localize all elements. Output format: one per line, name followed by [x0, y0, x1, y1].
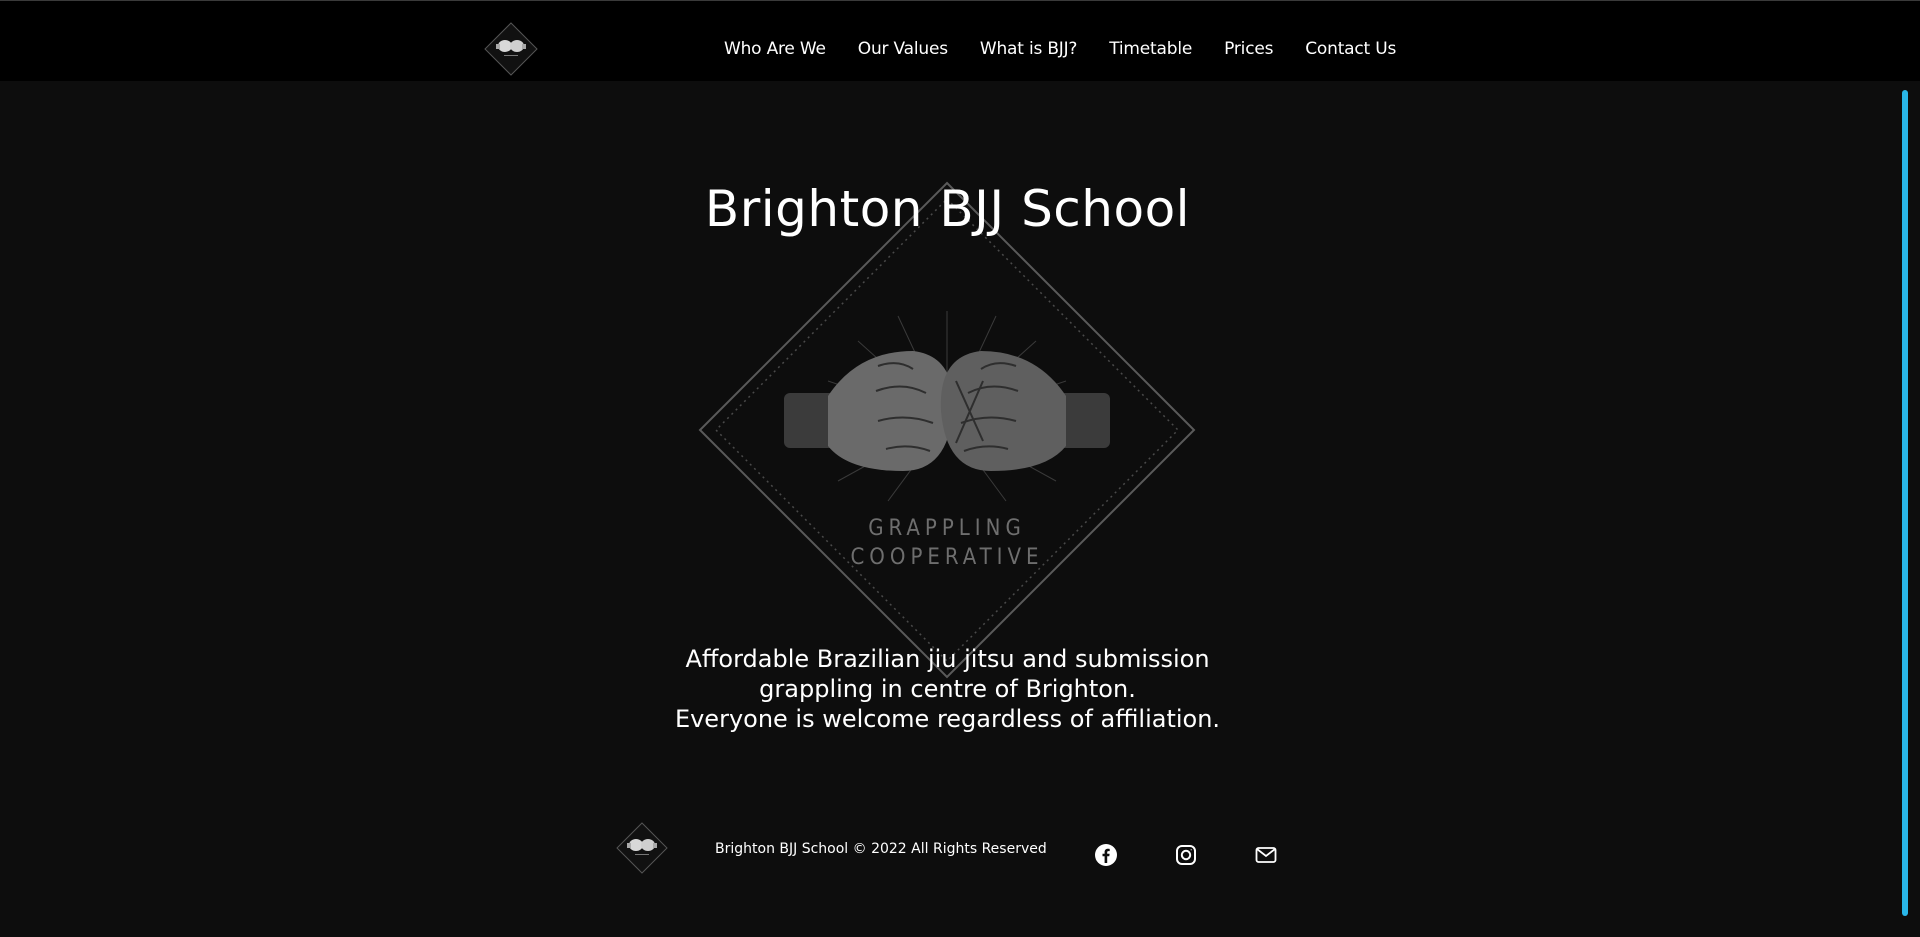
tagline: Affordable Brazilian jiu jitsu and submi… [0, 644, 1895, 734]
facebook-icon[interactable] [1093, 842, 1119, 868]
nav-link-contact-us[interactable]: Contact Us [1305, 39, 1396, 59]
instagram-icon[interactable] [1173, 842, 1199, 868]
nav-link-what-is-bjj[interactable]: What is BJJ? [980, 39, 1078, 59]
mail-icon[interactable] [1253, 842, 1279, 868]
grappling-cooperative-emblem: GRAPPLING COOPERATIVE [698, 181, 1196, 679]
tagline-line-1: Affordable Brazilian jiu jitsu and submi… [685, 645, 1210, 673]
tagline-line-3: Everyone is welcome regardless of affili… [674, 705, 1221, 733]
footer-logo-icon[interactable] [616, 822, 668, 874]
nav-link-our-values[interactable]: Our Values [858, 39, 948, 59]
scrollbar[interactable] [1902, 90, 1908, 916]
nav-link-prices[interactable]: Prices [1224, 39, 1273, 59]
copyright-text: Brighton BJJ School © 2022 All Rights Re… [715, 841, 1047, 857]
nav-menu: Who Are We Our Values What is BJJ? Timet… [724, 29, 1396, 69]
emblem-text-cooperative: COOPERATIVE [850, 545, 1043, 570]
tagline-line-2: grappling in centre of Brighton. [759, 675, 1136, 703]
nav-link-who-are-we[interactable]: Who Are We [724, 39, 826, 59]
emblem-text-grappling: GRAPPLING [868, 516, 1026, 541]
nav-link-timetable[interactable]: Timetable [1109, 39, 1192, 59]
scrollbar-thumb[interactable] [1902, 90, 1908, 916]
navbar: Who Are We Our Values What is BJJ? Timet… [0, 1, 1920, 81]
page-title: Brighton BJJ School [704, 180, 1191, 238]
logo-icon[interactable] [484, 22, 538, 76]
